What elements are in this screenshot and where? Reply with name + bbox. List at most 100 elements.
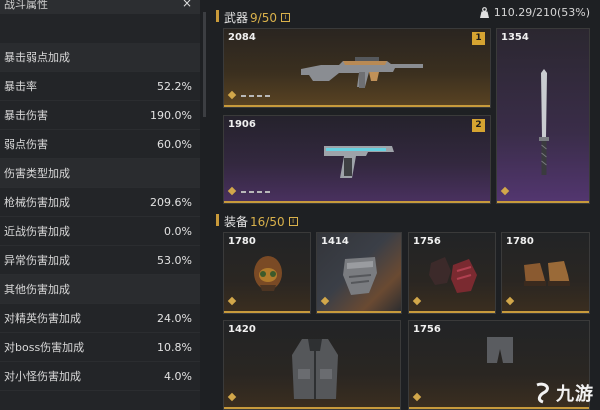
stat-row: 暴击率 52.2%: [0, 72, 200, 101]
stat-value: 209.6%: [150, 195, 192, 209]
rarity-diamond-icon: [412, 392, 422, 402]
slot-badge: 2: [472, 119, 485, 132]
stat-label: 暴击率: [4, 80, 37, 93]
section-label: 暴击弱点加成: [4, 51, 70, 64]
stat-row: 枪械伤害加成 209.6%: [0, 188, 200, 217]
stat-value: 190.0%: [150, 108, 192, 122]
mask-icon: [343, 257, 377, 295]
rarity-line: [224, 407, 400, 409]
section-label: 伤害类型加成: [4, 167, 70, 180]
stat-label: 枪械伤害加成: [4, 196, 70, 209]
stat-label: 异常伤害加成: [4, 254, 70, 267]
stat-value: 24.0%: [157, 311, 192, 325]
stats-scrollbar[interactable]: [203, 12, 206, 117]
helmet-icon: [254, 256, 282, 291]
assault-rifle-icon: [301, 57, 423, 88]
rarity-diamond-icon: [227, 392, 237, 402]
rarity-line: [409, 407, 589, 409]
rarity-line: [224, 311, 310, 313]
close-icon[interactable]: ×: [182, 0, 192, 10]
rarity-diamond-icon: [320, 296, 330, 306]
gear-count: 16/50: [250, 214, 285, 229]
item-power: 1780: [506, 236, 534, 247]
stat-value: 60.0%: [157, 137, 192, 151]
gear-card-mask[interactable]: 1414: [316, 232, 402, 314]
item-power: 1420: [228, 324, 256, 335]
stat-value: 53.0%: [157, 253, 192, 267]
stats-section-header: 伤害类型加成: [0, 159, 200, 188]
weight-value: 110.29/210(53%): [493, 6, 590, 19]
info-icon[interactable]: i: [288, 217, 298, 226]
mod-slots: [241, 95, 273, 97]
stat-row: 近战伤害加成 0.0%: [0, 217, 200, 246]
item-power: 1354: [501, 32, 529, 43]
item-power: 2084: [228, 32, 256, 43]
jacket-icon: [292, 339, 338, 399]
info-icon[interactable]: i: [280, 13, 290, 22]
gloves-icon: [429, 257, 477, 293]
weight-indicator: 110.29/210(53%): [479, 6, 590, 19]
boots-icon: [524, 261, 570, 286]
rarity-line: [409, 311, 495, 313]
stats-panel-title: 战斗属性: [4, 0, 48, 11]
stat-label: 对小怪伤害加成: [4, 370, 81, 383]
stat-row: 弱点伤害 60.0%: [0, 130, 200, 159]
weapon-card-pistol[interactable]: 1906 2: [223, 115, 491, 204]
weight-icon: [479, 6, 489, 18]
stat-row: 异常伤害加成 53.0%: [0, 246, 200, 275]
stat-label: 暴击伤害: [4, 109, 48, 122]
stat-row: 对精英伤害加成 24.0%: [0, 304, 200, 333]
pistol-icon: [324, 146, 394, 178]
weapons-section-header: 武器 9/50 i: [224, 9, 290, 26]
stat-label: 对精英伤害加成: [4, 312, 81, 325]
pants-icon: [487, 337, 513, 363]
gear-card-jacket[interactable]: 1420: [223, 320, 401, 410]
rarity-line: [224, 105, 490, 107]
gear-section-marker: [216, 214, 219, 226]
item-power: 1756: [413, 236, 441, 247]
stat-value: 0.0%: [164, 224, 192, 238]
rarity-diamond-icon: [412, 296, 422, 306]
weapon-card-rifle[interactable]: 2084 1: [223, 28, 491, 108]
stat-row: 暴击伤害 190.0%: [0, 101, 200, 130]
item-power: 1756: [413, 324, 441, 335]
stats-panel: 战斗属性 × 暴击弱点加成 暴击率 52.2% 暴击伤害 190.0% 弱点伤害 60.0%…: [0, 0, 200, 410]
rarity-diamond-icon: [500, 186, 510, 196]
watermark-text: 九游: [556, 384, 594, 405]
gear-card-boots[interactable]: 1780: [501, 232, 590, 314]
gear-section-header: 装备 16/50 i: [224, 213, 298, 230]
stat-label: 弱点伤害: [4, 138, 48, 151]
stat-value: 4.0%: [164, 369, 192, 383]
gear-title: 装备: [224, 215, 249, 229]
stat-label: 对boss伤害加成: [4, 341, 85, 354]
rarity-line: [497, 201, 589, 203]
gear-card-helmet[interactable]: 1780: [223, 232, 311, 314]
watermark: 九游: [531, 380, 594, 406]
logo-icon: [536, 382, 549, 404]
stat-value: 52.2%: [157, 79, 192, 93]
rarity-diamond-icon: [227, 90, 237, 100]
rarity-diamond-icon: [227, 186, 237, 196]
stat-row: 对boss伤害加成 10.8%: [0, 333, 200, 362]
item-power: 1906: [228, 119, 256, 130]
weapons-count: 9/50: [250, 10, 277, 25]
item-power: 1780: [228, 236, 256, 247]
rarity-diamond-icon: [505, 296, 515, 306]
stat-row: 对小怪伤害加成 4.0%: [0, 362, 200, 391]
weapon-card-blade[interactable]: 1354: [496, 28, 590, 204]
weapons-section-marker: [216, 10, 219, 22]
stat-label: 近战伤害加成: [4, 225, 70, 238]
blade-icon: [539, 69, 549, 175]
stats-panel-header: 战斗属性 ×: [0, 0, 200, 14]
rarity-line: [224, 201, 490, 203]
weapons-title: 武器: [224, 11, 249, 25]
gear-card-gloves[interactable]: 1756: [408, 232, 496, 314]
mod-slots: [241, 191, 273, 193]
rarity-line: [502, 311, 589, 313]
slot-badge: 1: [472, 32, 485, 45]
section-label: 其他伤害加成: [4, 283, 70, 296]
rarity-diamond-icon: [227, 296, 237, 306]
item-power: 1414: [321, 236, 349, 247]
stat-value: 10.8%: [157, 340, 192, 354]
stats-section-header: 暴击弱点加成: [0, 43, 200, 72]
